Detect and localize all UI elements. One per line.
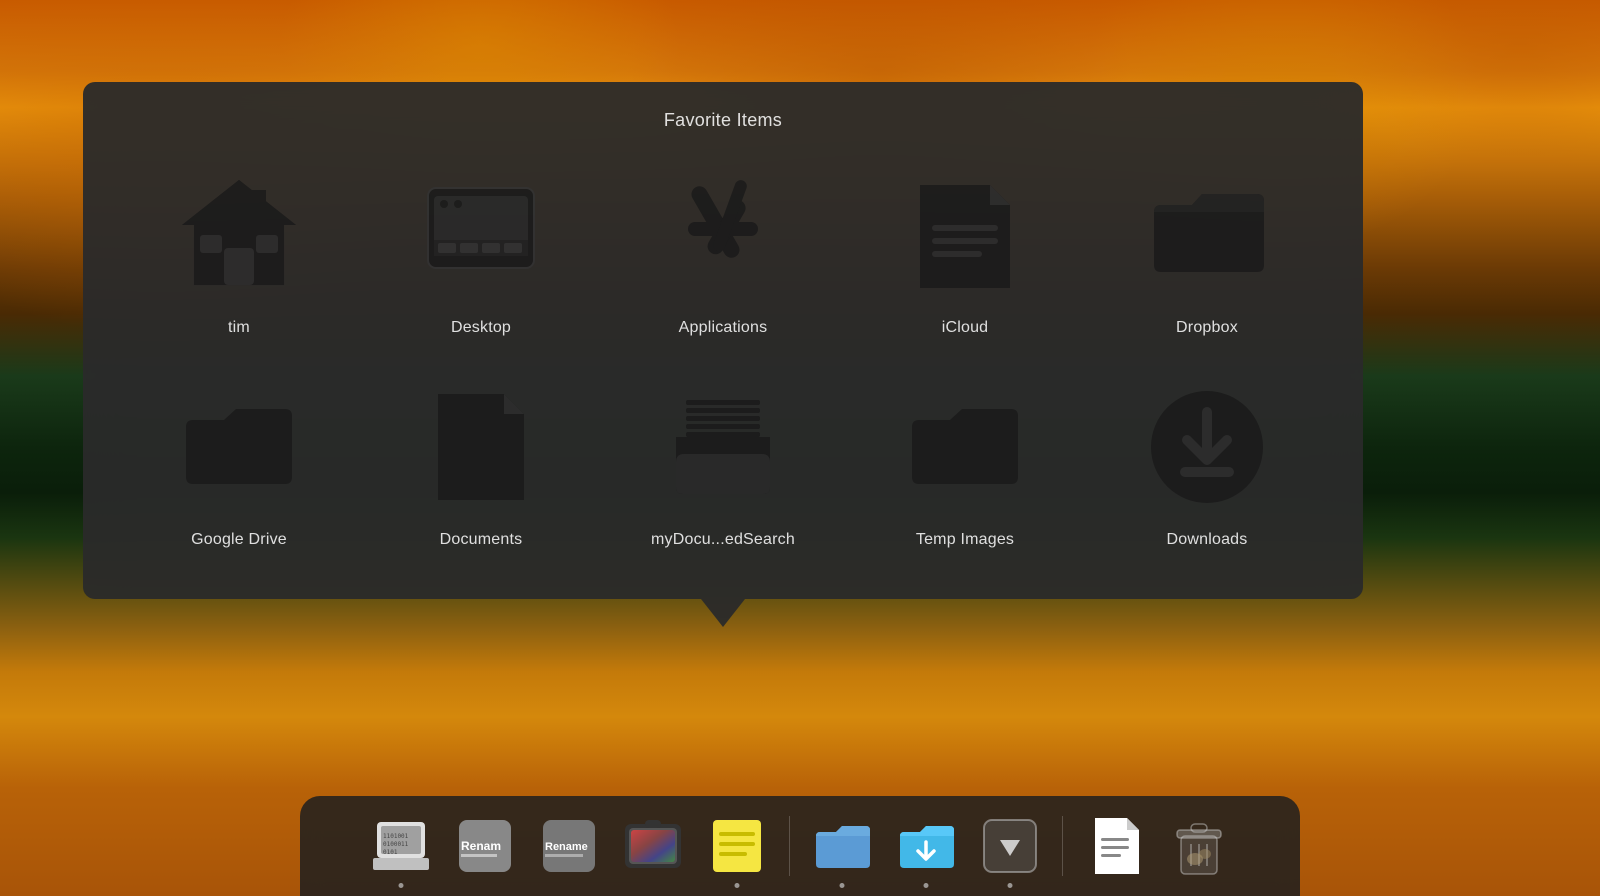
- grid-item-temp-images[interactable]: Temp Images: [849, 367, 1081, 559]
- dropbox-folder-icon: [1127, 165, 1287, 305]
- svg-text:0101: 0101: [383, 849, 398, 856]
- grid-item-documents[interactable]: Documents: [365, 367, 597, 559]
- grid-item-tim[interactable]: tim: [123, 155, 355, 347]
- grid-item-dropbox[interactable]: Dropbox: [1091, 155, 1323, 347]
- documents-icon: [401, 377, 561, 517]
- items-grid: tim: [123, 155, 1323, 559]
- dock-dot-scanner: [399, 883, 404, 888]
- item-label-mydocu: myDocu...edSearch: [651, 531, 795, 549]
- desktop-folder-icon: [401, 165, 561, 305]
- dock-item-rename2[interactable]: Rename: [533, 810, 605, 882]
- dock-separator-2: [1062, 816, 1063, 876]
- icloud-icon: [885, 165, 1045, 305]
- item-label-applications: Applications: [679, 319, 768, 337]
- applications-icon: [643, 165, 803, 305]
- item-label-tim: tim: [228, 319, 250, 337]
- home-icon: [159, 165, 319, 305]
- grid-item-downloads[interactable]: Downloads: [1091, 367, 1323, 559]
- dock-item-image-capture[interactable]: [617, 810, 689, 882]
- inbox-icon: [643, 377, 803, 517]
- temp-images-folder-icon: [885, 377, 1045, 517]
- dock-item-downloads-dock[interactable]: [890, 810, 962, 882]
- grid-item-google-drive[interactable]: Google Drive: [123, 367, 355, 559]
- item-label-downloads: Downloads: [1167, 531, 1248, 549]
- dock-dot-stack: [1008, 883, 1013, 888]
- dock-item-trash[interactable]: [1163, 810, 1235, 882]
- item-label-temp-images: Temp Images: [916, 531, 1014, 549]
- item-label-documents: Documents: [440, 531, 523, 549]
- grid-item-icloud[interactable]: iCloud: [849, 155, 1081, 347]
- item-label-dropbox: Dropbox: [1176, 319, 1238, 337]
- dock-item-textedit[interactable]: [1079, 810, 1151, 882]
- dock: 1101001 0100011 0101 Renam Rename: [300, 796, 1300, 896]
- dock-item-stickies[interactable]: [701, 810, 773, 882]
- svg-text:Rename: Rename: [545, 841, 588, 853]
- svg-text:1101001: 1101001: [383, 833, 409, 840]
- panel-title: Favorite Items: [123, 110, 1323, 131]
- dock-separator-1: [789, 816, 790, 876]
- favorite-items-panel: Favorite Items: [83, 82, 1363, 599]
- grid-item-applications[interactable]: Applications: [607, 155, 839, 347]
- dock-item-stack[interactable]: [974, 810, 1046, 882]
- dock-item-scanner[interactable]: 1101001 0100011 0101: [365, 810, 437, 882]
- dock-dot-downloads: [924, 883, 929, 888]
- downloads-icon: [1127, 377, 1287, 517]
- svg-text:0100011: 0100011: [383, 841, 409, 848]
- dock-dot-photos: [840, 883, 845, 888]
- item-label-google-drive: Google Drive: [191, 531, 287, 549]
- grid-item-desktop[interactable]: Desktop: [365, 155, 597, 347]
- dock-dot-stickies: [735, 883, 740, 888]
- item-label-desktop: Desktop: [451, 319, 511, 337]
- svg-text:Renam: Renam: [461, 839, 501, 853]
- google-drive-folder-icon: [159, 377, 319, 517]
- grid-item-mydocu[interactable]: myDocu...edSearch: [607, 367, 839, 559]
- item-label-icloud: iCloud: [942, 319, 989, 337]
- dock-item-photos[interactable]: [806, 810, 878, 882]
- dock-item-rename1[interactable]: Renam: [449, 810, 521, 882]
